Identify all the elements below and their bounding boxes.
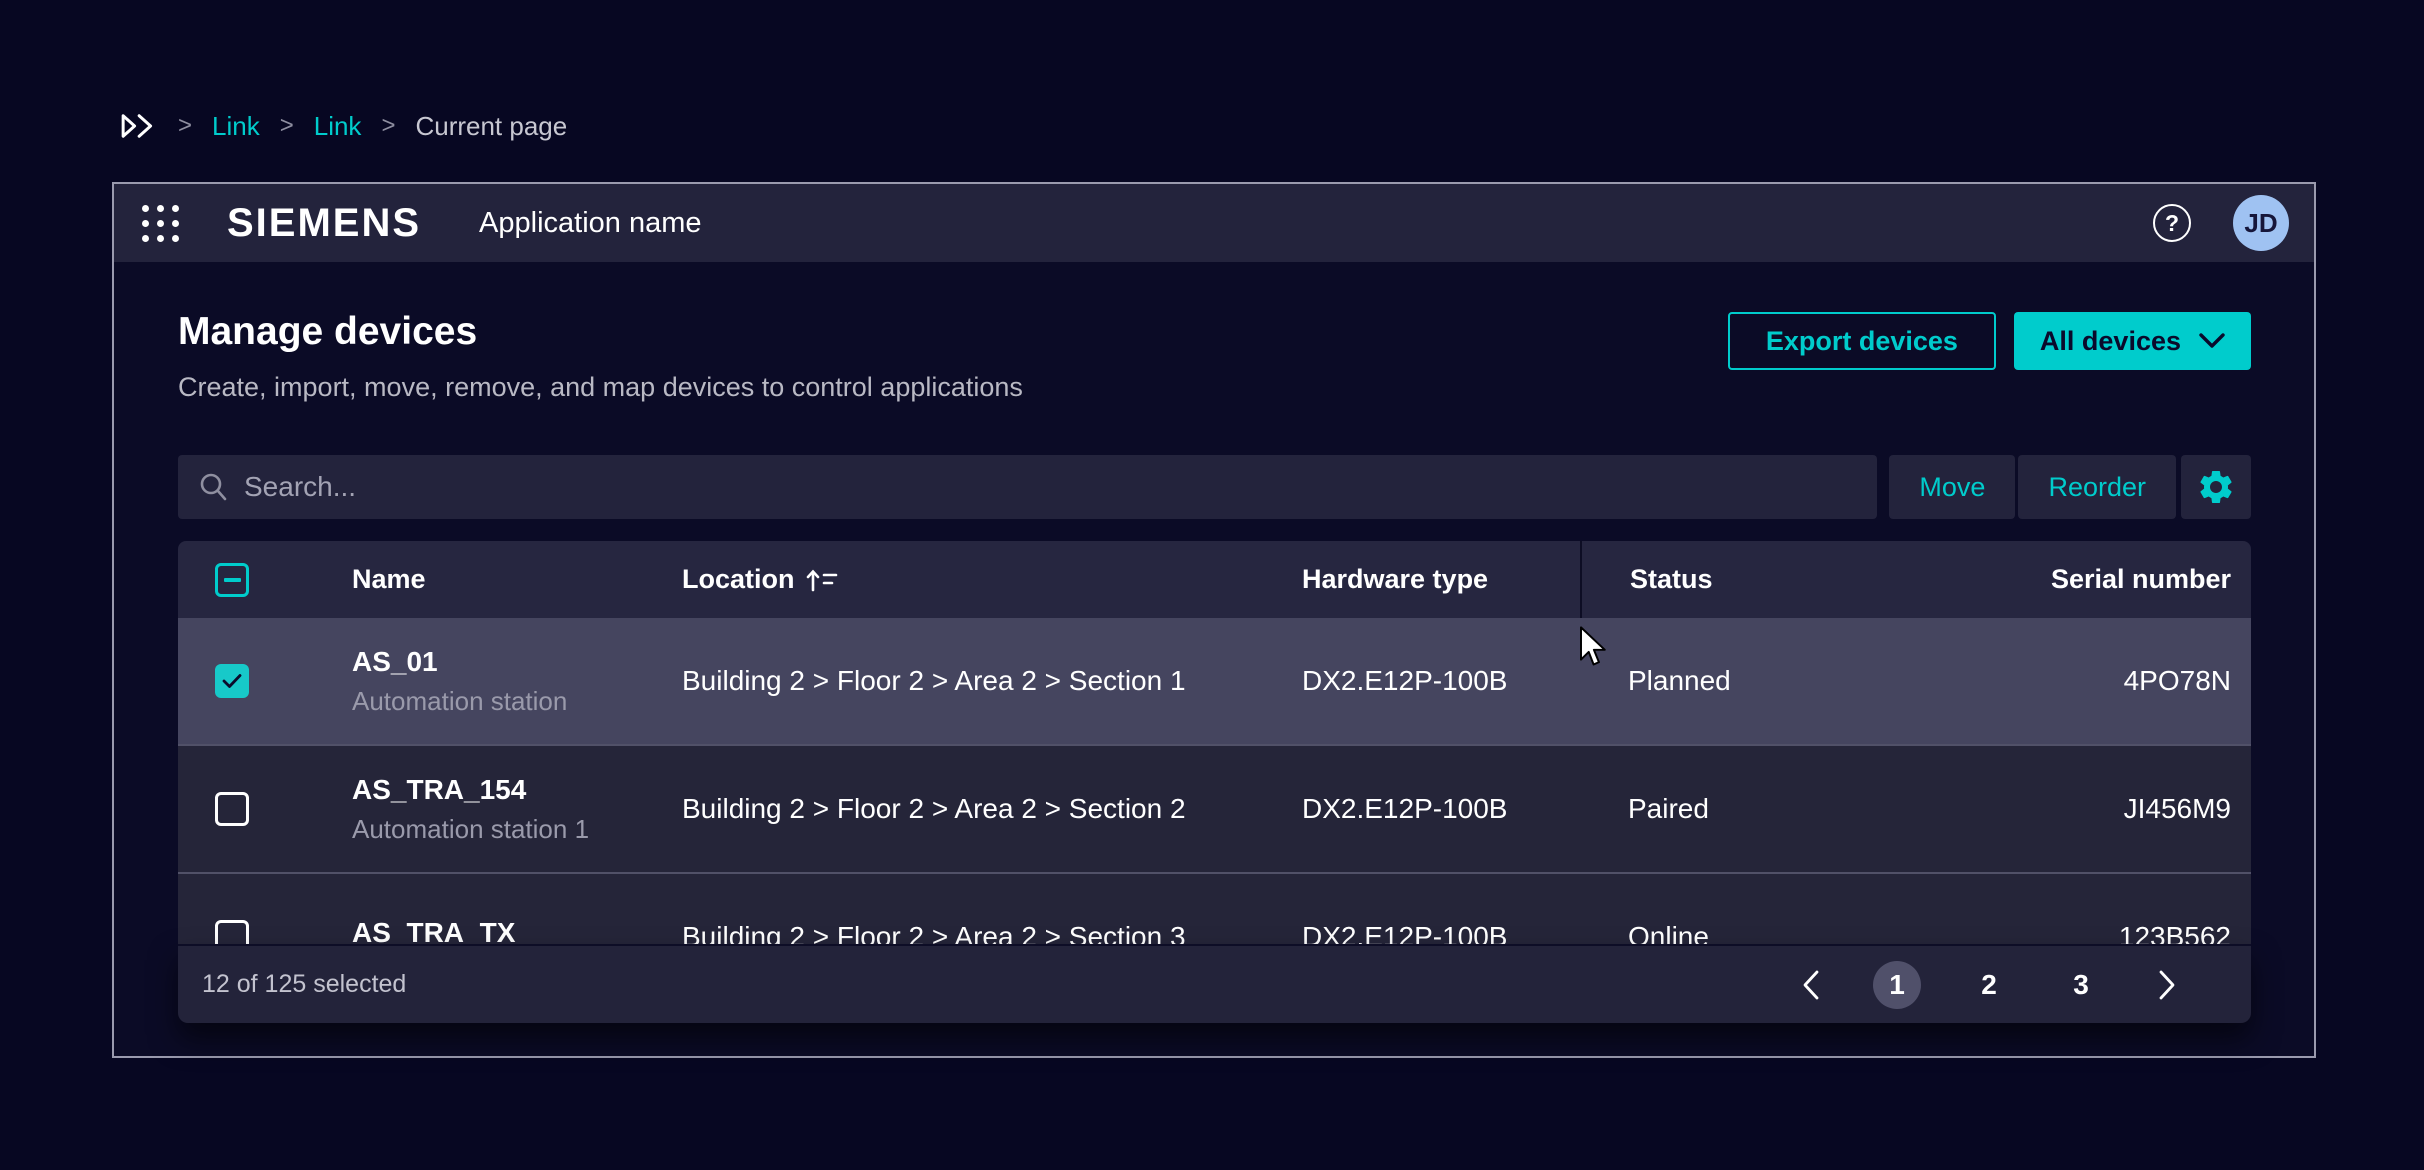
devices-table: Name Location Hardware type Status Seria…	[178, 541, 2251, 944]
breadcrumb-collapse-icon[interactable]	[118, 110, 158, 142]
breadcrumb-link-1[interactable]: Link	[212, 111, 260, 142]
device-status: Online	[1580, 921, 1952, 944]
checkmark-icon	[221, 672, 243, 690]
table-row[interactable]: AS_01 Automation station Building 2 > Fl…	[178, 618, 2251, 746]
device-description: Automation station 1	[352, 814, 682, 845]
main-panel: SIEMENS Application name ? JD Manage dev…	[112, 182, 2316, 1058]
search-input[interactable]	[244, 471, 1857, 503]
table-footer: 12 of 125 selected 1 2 3	[178, 944, 2251, 1023]
row-checkbox-unchecked[interactable]	[215, 920, 249, 944]
content-area: Manage devices Create, import, move, rem…	[114, 262, 2314, 1023]
device-status: Paired	[1580, 793, 1952, 825]
row-checkbox-unchecked[interactable]	[215, 792, 249, 826]
move-button[interactable]: Move	[1889, 455, 2015, 519]
selection-count: 12 of 125 selected	[202, 970, 406, 999]
title-block: Manage devices Create, import, move, rem…	[178, 310, 1023, 403]
device-serial-number: 4PO78N	[1952, 665, 2251, 697]
gear-icon	[2196, 467, 2236, 507]
device-name: AS_TRA_154	[352, 774, 682, 806]
search-icon	[198, 472, 228, 502]
breadcrumb: > Link > Link > Current page	[118, 110, 567, 142]
device-serial-number: 123B562	[1952, 921, 2251, 944]
column-header-hardware-type[interactable]: Hardware type	[1302, 564, 1580, 595]
column-header-location[interactable]: Location	[682, 564, 839, 595]
pagination: 1 2 3	[1793, 961, 2185, 1009]
device-name: AS_01	[352, 646, 682, 678]
screen: > Link > Link > Current page SIEMENS App…	[0, 0, 2424, 1170]
table-header-row: Name Location Hardware type Status Seria…	[178, 541, 2251, 618]
device-hardware-type: DX2.E12P-100B	[1302, 793, 1580, 825]
app-switch-icon[interactable]	[142, 205, 179, 242]
select-all-checkbox[interactable]	[215, 563, 249, 597]
row-checkbox-checked[interactable]	[215, 664, 249, 698]
device-status: Planned	[1580, 665, 1952, 697]
table-settings-button[interactable]	[2181, 455, 2251, 519]
next-page-icon[interactable]	[2149, 969, 2185, 1001]
breadcrumb-link-2[interactable]: Link	[314, 111, 362, 142]
siemens-logo: SIEMENS	[227, 201, 421, 246]
table-row[interactable]: AS_TRA_154 Automation station 1 Building…	[178, 746, 2251, 874]
page-number[interactable]: 3	[2057, 961, 2105, 1009]
page-number-current[interactable]: 1	[1873, 961, 1921, 1009]
page-title: Manage devices	[178, 310, 1023, 354]
page-subtitle: Create, import, move, remove, and map de…	[178, 372, 1023, 403]
column-header-status[interactable]: Status	[1580, 541, 1952, 618]
device-serial-number: JI456M9	[1952, 793, 2251, 825]
search-box	[178, 455, 1877, 519]
help-icon[interactable]: ?	[2153, 204, 2191, 242]
sort-ascending-icon	[805, 566, 839, 594]
all-devices-dropdown[interactable]: All devices	[2014, 312, 2251, 370]
breadcrumb-separator: >	[381, 112, 395, 140]
breadcrumb-separator: >	[178, 112, 192, 140]
page-number[interactable]: 2	[1965, 961, 2013, 1009]
device-hardware-type: DX2.E12P-100B	[1302, 921, 1580, 944]
breadcrumb-current-page: Current page	[415, 111, 567, 142]
breadcrumb-separator: >	[280, 112, 294, 140]
previous-page-icon[interactable]	[1793, 969, 1829, 1001]
chevron-down-icon	[2199, 333, 2225, 349]
reorder-button[interactable]: Reorder	[2018, 455, 2176, 519]
device-name: AS_TRA_TX	[352, 917, 682, 944]
column-header-name[interactable]: Name	[352, 564, 682, 595]
device-description: Automation station	[352, 686, 682, 717]
device-location: Building 2 > Floor 2 > Area 2 > Section …	[682, 921, 1302, 944]
column-header-serial-number[interactable]: Serial number	[1952, 564, 2251, 595]
device-hardware-type: DX2.E12P-100B	[1302, 665, 1580, 697]
device-location: Building 2 > Floor 2 > Area 2 > Section …	[682, 793, 1302, 825]
table-row[interactable]: AS_TRA_TX Building 2 > Floor 2 > Area 2 …	[178, 874, 2251, 944]
avatar[interactable]: JD	[2233, 195, 2289, 251]
application-header: SIEMENS Application name ? JD	[114, 184, 2314, 262]
application-name: Application name	[479, 207, 701, 240]
device-location: Building 2 > Floor 2 > Area 2 > Section …	[682, 665, 1302, 697]
export-devices-button[interactable]: Export devices	[1728, 312, 1996, 370]
